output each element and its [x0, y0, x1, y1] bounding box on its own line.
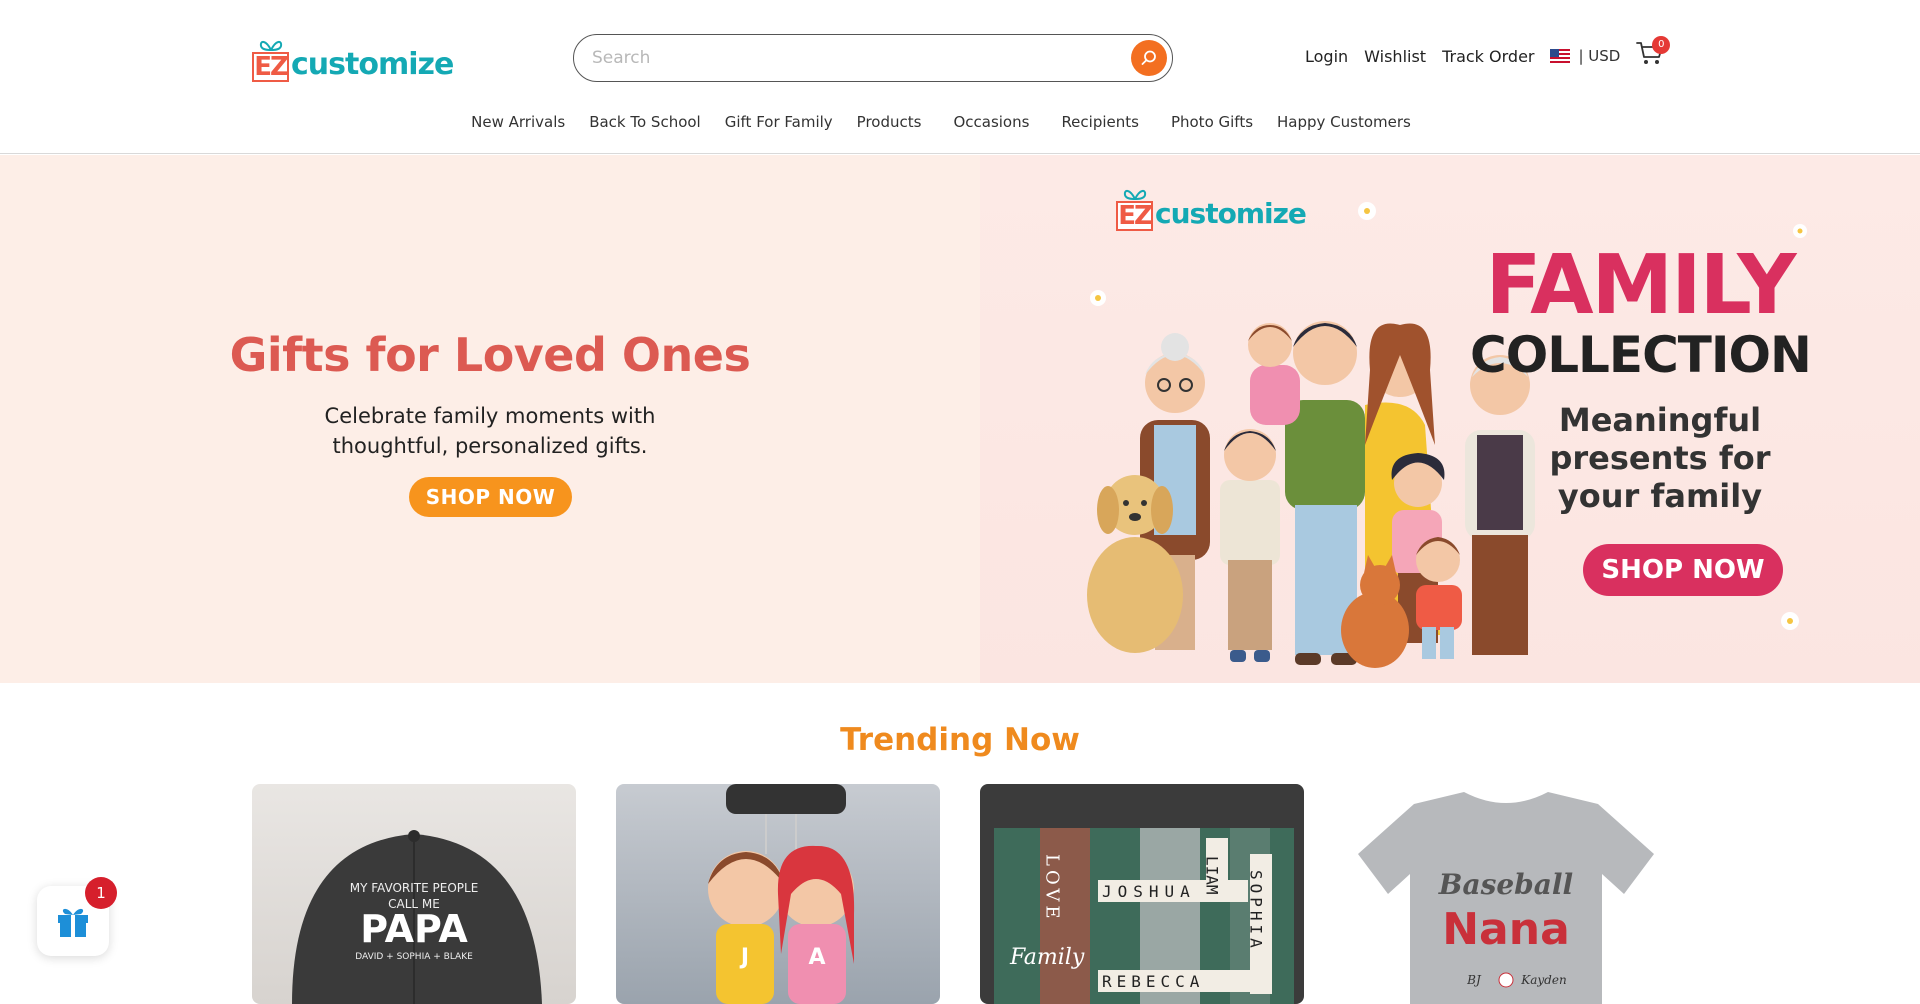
login-link[interactable]: Login	[1305, 47, 1348, 66]
shirt-nana-text: Nana	[1442, 904, 1570, 955]
grandpa-figure	[1465, 355, 1535, 655]
banner-desc-line2: presents for	[1549, 439, 1771, 477]
toddler-figure	[1416, 537, 1462, 659]
currency-selector[interactable]: | USD	[1578, 47, 1620, 65]
search-bar	[573, 34, 1173, 82]
family-crossword-image: LOVE Family JOSHUA REBECCA LIAM SOPHIA	[994, 828, 1294, 1004]
gift-bow-icon	[259, 40, 283, 52]
track-order-link[interactable]: Track Order	[1442, 47, 1534, 66]
banner-logo-mark-text: EZ	[1116, 201, 1153, 231]
header-links: Login Wishlist Track Order | USD 0	[1305, 36, 1671, 66]
logo-text: customize	[291, 47, 454, 82]
banner-logo: EZ customize	[1116, 187, 1307, 231]
dog-figure	[1087, 475, 1183, 653]
wishlist-link[interactable]: Wishlist	[1364, 47, 1426, 66]
banner-description: Meaningful presents for your family	[1540, 401, 1780, 515]
crossword-family-text: Family	[1009, 945, 1085, 970]
hero-subtitle-line1: Celebrate family moments with	[324, 404, 656, 428]
boy-figure	[1220, 429, 1280, 662]
search-icon	[1141, 50, 1156, 65]
hero-title: Gifts for Loved Ones	[229, 328, 751, 382]
banner-shop-now-button[interactable]: SHOP NOW	[1583, 544, 1783, 596]
search-button[interactable]	[1131, 40, 1167, 76]
nav-occasions[interactable]: Occasions	[953, 113, 1029, 131]
us-flag-icon[interactable]	[1550, 49, 1571, 63]
crossword-joshua-text: JOSHUA	[1102, 882, 1196, 901]
hat-text-line4: DAVID + SOPHIA + BLAKE	[355, 952, 473, 962]
banner-desc-line3: your family	[1557, 477, 1763, 515]
cart-button[interactable]: 0	[1636, 36, 1671, 66]
logo-mark: EZ	[252, 38, 290, 82]
banner-desc-line1: Meaningful	[1558, 401, 1762, 439]
couple-ornament-image: J A	[708, 784, 855, 1004]
product-card-papa-hat[interactable]: MY FAVORITE PEOPLE CALL ME PAPA DAVID + …	[252, 784, 576, 1004]
ornament-letter-j: J	[739, 945, 749, 970]
gift-bow-icon	[1123, 189, 1147, 201]
nav-recipients[interactable]: Recipients	[1061, 113, 1139, 131]
nav-photo-gifts[interactable]: Photo Gifts	[1171, 113, 1253, 131]
nav-happy-customers[interactable]: Happy Customers	[1277, 113, 1411, 131]
crossword-rebecca-text: REBECCA	[1102, 972, 1204, 991]
site-logo[interactable]: EZ customize	[252, 34, 454, 82]
shirt-name-kayden: Kayden	[1520, 973, 1566, 987]
hero-section: Gifts for Loved Ones Celebrate family mo…	[0, 155, 1920, 683]
gift-icon	[58, 908, 88, 937]
crossword-liam-text: LIAM	[1203, 856, 1222, 895]
hat-text-line1: MY FAVORITE PEOPLE	[350, 881, 479, 895]
crossword-sophia-text: SOPHIA	[1247, 870, 1266, 952]
product-card-couple-ornament[interactable]: J A	[616, 784, 940, 1004]
nav-gift-for-family[interactable]: Gift For Family	[725, 113, 833, 131]
product-card-family-crossword[interactable]: LOVE Family JOSHUA REBECCA LIAM SOPHIA	[980, 784, 1304, 1004]
ornament-letter-a: A	[808, 945, 825, 970]
hero-subtitle-line2: thoughtful, personalized gifts.	[332, 434, 648, 458]
main-nav: New Arrivals Back To School Gift For Fam…	[0, 113, 1920, 131]
hero-text-panel: Gifts for Loved Ones Celebrate family mo…	[0, 155, 980, 683]
hero-shop-now-button[interactable]: SHOP NOW	[409, 477, 572, 517]
search-input[interactable]	[592, 35, 1112, 80]
hat-text-line3: PAPA	[360, 907, 468, 951]
nav-back-to-school[interactable]: Back To School	[589, 113, 701, 131]
nav-products[interactable]: Products	[857, 113, 922, 131]
papa-hat-image: MY FAVORITE PEOPLE CALL ME PAPA DAVID + …	[292, 830, 542, 1004]
shirt-name-bj: BJ	[1466, 973, 1482, 987]
nav-new-arrivals[interactable]: New Arrivals	[471, 113, 565, 131]
trending-title: Trending Now	[840, 722, 1080, 758]
banner-title: FAMILY	[1485, 238, 1796, 333]
shirt-baseball-text: Baseball	[1438, 868, 1573, 901]
crossword-love-text: LOVE	[1042, 854, 1063, 923]
banner-subtitle: COLLECTION	[1470, 326, 1812, 384]
site-header: EZ customize Login Wishlist Track Order …	[0, 0, 1920, 154]
product-card-baseball-nana-shirt[interactable]: Baseball Nana BJ Kayden	[1344, 784, 1668, 1004]
banner-logo-mark: EZ	[1116, 187, 1154, 231]
family-collection-banner[interactable]: EZ customize FAMILY COLLECTION Meaningfu…	[980, 155, 1920, 683]
cart-count-badge: 0	[1652, 36, 1671, 54]
baseball-nana-shirt-image: Baseball Nana BJ Kayden	[1358, 792, 1654, 1004]
baby-figure	[1248, 323, 1300, 425]
banner-logo-text: customize	[1155, 197, 1307, 230]
hero-subtitle: Celebrate family moments with thoughtful…	[290, 401, 690, 461]
logo-mark-text: EZ	[252, 52, 289, 82]
gift-widget-badge: 1	[85, 877, 117, 909]
